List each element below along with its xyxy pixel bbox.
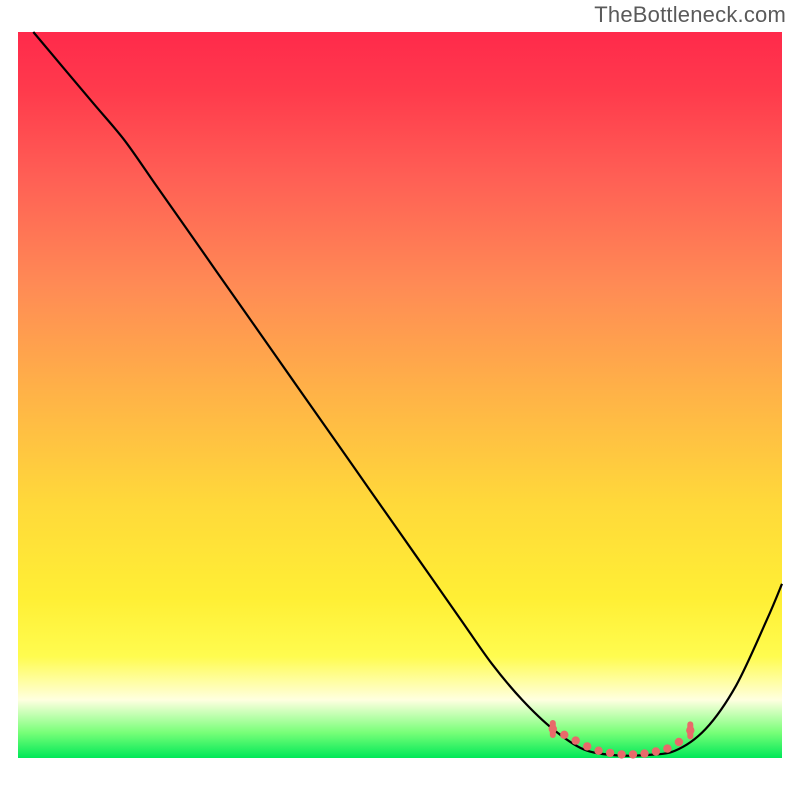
chart-area <box>18 32 782 792</box>
flat-region-markers <box>549 720 695 759</box>
bottleneck-curve <box>33 32 782 756</box>
curve-layer <box>18 32 782 758</box>
watermark-text: TheBottleneck.com <box>594 2 786 28</box>
